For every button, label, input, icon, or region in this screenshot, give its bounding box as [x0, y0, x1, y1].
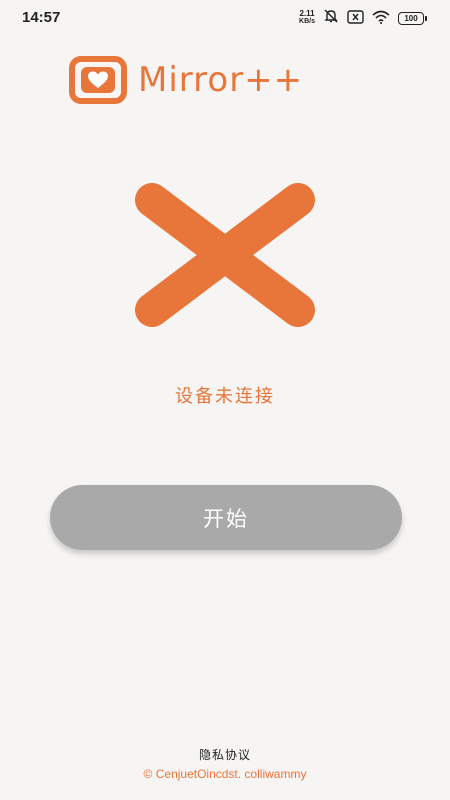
heart-frame-icon [68, 55, 128, 105]
app-logo: Mirror++ [68, 55, 303, 105]
disconnected-x-icon [130, 180, 320, 330]
battery-icon: 100 [398, 11, 427, 25]
copyright-text: © CenjuetOincdst. colliwammy [143, 767, 307, 781]
status-bar: 14:57 2.11 KB/s 100 [0, 0, 450, 36]
app-name: Mirror++ [138, 60, 304, 100]
network-speed-unit: KB/s [299, 18, 315, 25]
network-speed-value: 2.11 [299, 9, 315, 18]
status-icons: 2.11 KB/s 100 [299, 8, 427, 28]
connection-status-text: 设备未连接 [175, 386, 275, 407]
wifi-icon [372, 9, 390, 28]
start-button[interactable]: 开始 [50, 485, 402, 550]
status-time: 14:57 [22, 9, 61, 26]
network-speed: 2.11 KB/s [299, 10, 315, 26]
mute-icon [323, 8, 339, 28]
sim-off-icon [347, 9, 364, 28]
privacy-policy-link[interactable]: 隐私协议 [0, 746, 450, 763]
